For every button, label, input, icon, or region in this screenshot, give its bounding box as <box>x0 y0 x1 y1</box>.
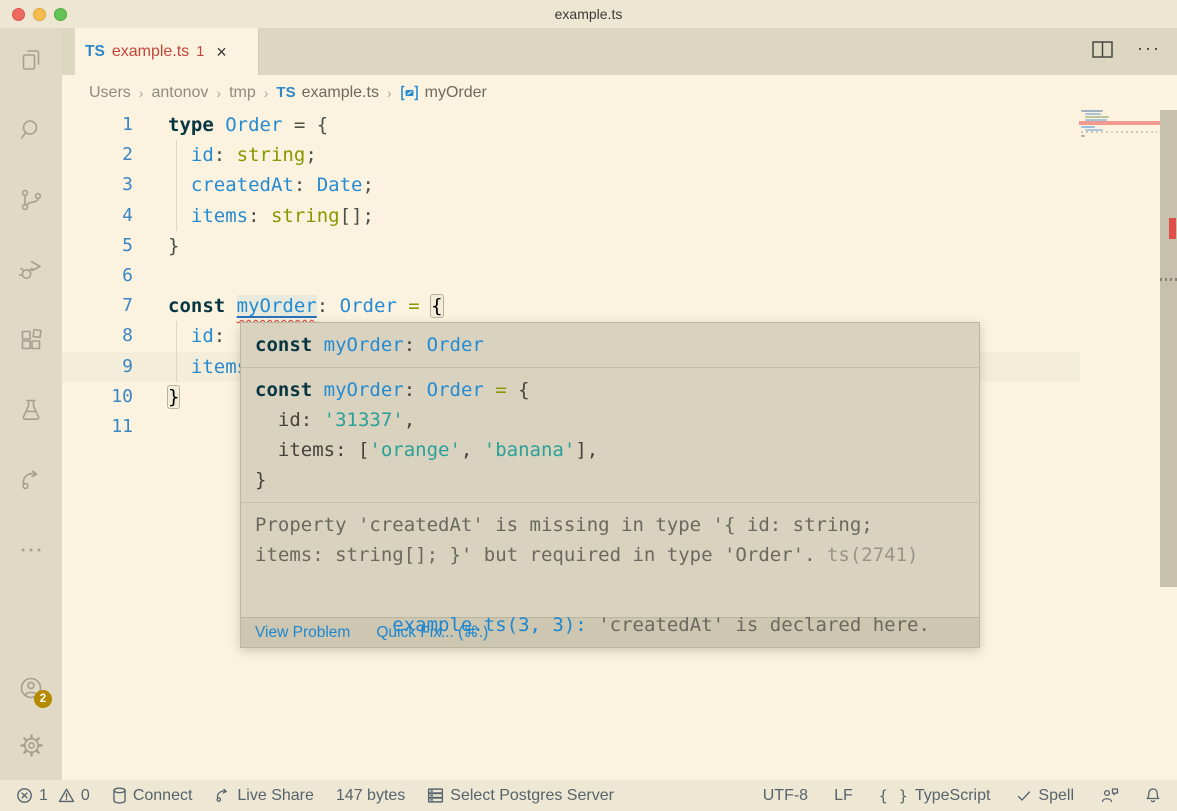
status-language[interactable]: { } TypeScript <box>879 787 991 805</box>
window-title: example.ts <box>0 6 1177 22</box>
chevron-right-icon: › <box>264 85 269 101</box>
line-number: 9 <box>62 352 133 382</box>
breadcrumb-item[interactable]: antonov <box>151 84 208 102</box>
tab-close-icon[interactable]: × <box>216 43 227 61</box>
live-share-icon[interactable] <box>16 465 46 495</box>
code-line[interactable]: 2 id: string; <box>62 140 1080 170</box>
search-icon[interactable] <box>16 115 46 145</box>
braces-icon: { } <box>879 787 909 805</box>
status-spell[interactable]: Spell <box>1016 787 1074 805</box>
code-line[interactable]: 4 items: string[]; <box>62 201 1080 231</box>
split-editor-icon[interactable] <box>1092 41 1113 63</box>
line-number: 4 <box>62 201 133 231</box>
line-number: 6 <box>62 261 133 291</box>
explorer-icon[interactable] <box>16 45 46 75</box>
feedback-icon[interactable] <box>1100 787 1119 804</box>
error-identifier[interactable]: myOrder <box>237 295 317 317</box>
line-number: 2 <box>62 140 133 170</box>
status-encoding[interactable]: UTF-8 <box>763 787 808 805</box>
live-share-icon <box>214 787 231 804</box>
chevron-right-icon: › <box>216 85 221 101</box>
line-number: 11 <box>62 412 133 442</box>
title-bar: example.ts <box>0 0 1177 28</box>
minimap-error-line <box>1079 121 1160 125</box>
breadcrumb-item[interactable]: tmp <box>229 84 256 102</box>
minimap[interactable] <box>1079 110 1160 590</box>
tab-file-name: example.ts <box>112 43 189 61</box>
code-line[interactable]: 1type Order = { <box>62 110 1080 140</box>
editor-more-actions-icon[interactable]: ··· <box>1137 48 1161 56</box>
hover-signature: const myOrder: Order <box>255 330 965 360</box>
line-number: 7 <box>62 291 133 321</box>
line-number: 3 <box>62 170 133 200</box>
line-number: 10 <box>62 382 133 412</box>
breadcrumb-file[interactable]: TS example.ts <box>276 84 379 102</box>
tab-example-ts[interactable]: TS example.ts 1 × <box>75 28 259 75</box>
source-control-icon[interactable] <box>16 185 46 215</box>
overview-cursor-marker <box>1160 278 1177 281</box>
hover-tooltip: const myOrder: Order const myOrder: Orde… <box>240 322 980 648</box>
status-postgres[interactable]: Select Postgres Server <box>427 787 614 805</box>
server-icon <box>427 787 444 804</box>
line-number: 5 <box>62 231 133 261</box>
database-icon <box>112 787 127 804</box>
error-code: ts(2741) <box>827 544 919 566</box>
bell-icon[interactable] <box>1145 787 1161 804</box>
chevron-right-icon: › <box>387 85 392 101</box>
activity-bar: 2 <box>0 28 62 780</box>
status-connect[interactable]: Connect <box>112 787 193 805</box>
testing-icon[interactable] <box>16 395 46 425</box>
line-number: 1 <box>62 110 133 140</box>
status-eol[interactable]: LF <box>834 787 853 805</box>
typescript-file-icon: TS <box>276 84 295 101</box>
line-number: 8 <box>62 321 133 351</box>
breadcrumb-symbol[interactable]: myOrder <box>400 84 487 102</box>
hover-declaration-line: example.ts(3, 3): 'createdAt' is declare… <box>255 580 965 610</box>
breadcrumb: Users › antonov › tmp › TS example.ts › … <box>62 75 1177 110</box>
view-problem-link[interactable]: View Problem <box>255 624 350 642</box>
overview-error-marker <box>1169 218 1176 239</box>
scrollbar[interactable] <box>1160 110 1177 780</box>
chevron-right-icon: › <box>139 85 144 101</box>
code-line[interactable]: 7const myOrder: Order = { <box>62 291 1080 321</box>
warning-triangle-icon <box>58 787 75 804</box>
status-live-share[interactable]: Live Share <box>214 787 314 805</box>
accounts-icon[interactable]: 2 <box>16 674 46 704</box>
code-line[interactable]: 3 createdAt: Date; <box>62 170 1080 200</box>
check-icon <box>1016 788 1032 804</box>
quick-fix-link[interactable]: Quick Fix... (⌘.) <box>376 623 488 642</box>
extensions-icon[interactable] <box>16 325 46 355</box>
code-line[interactable]: 5} <box>62 231 1080 261</box>
more-actions-icon[interactable] <box>16 535 46 565</box>
status-bar: 1 0 Connect Live Share 147 bytes Select … <box>0 780 1177 811</box>
status-problems[interactable]: 1 0 <box>16 787 90 805</box>
typescript-file-icon: TS <box>85 43 105 61</box>
breadcrumb-item[interactable]: Users <box>89 84 131 102</box>
code-editor[interactable]: 1type Order = {2 id: string;3 createdAt:… <box>62 110 1177 780</box>
status-file-size[interactable]: 147 bytes <box>336 787 405 805</box>
tab-bar: TS example.ts 1 × ··· <box>62 28 1177 75</box>
error-circle-icon <box>16 787 33 804</box>
accounts-badge: 2 <box>34 690 52 708</box>
scrollbar-slider[interactable] <box>1160 110 1177 587</box>
tab-problem-count: 1 <box>196 44 204 60</box>
run-and-debug-icon[interactable] <box>16 255 46 285</box>
hover-code-block: const myOrder: Order = { id: '31337', it… <box>241 368 979 502</box>
hover-error-message: Property 'createdAt' is missing in type … <box>255 510 965 570</box>
settings-gear-icon[interactable] <box>16 730 46 760</box>
code-line[interactable]: 6 <box>62 261 1080 291</box>
symbol-variable-icon <box>400 84 419 102</box>
